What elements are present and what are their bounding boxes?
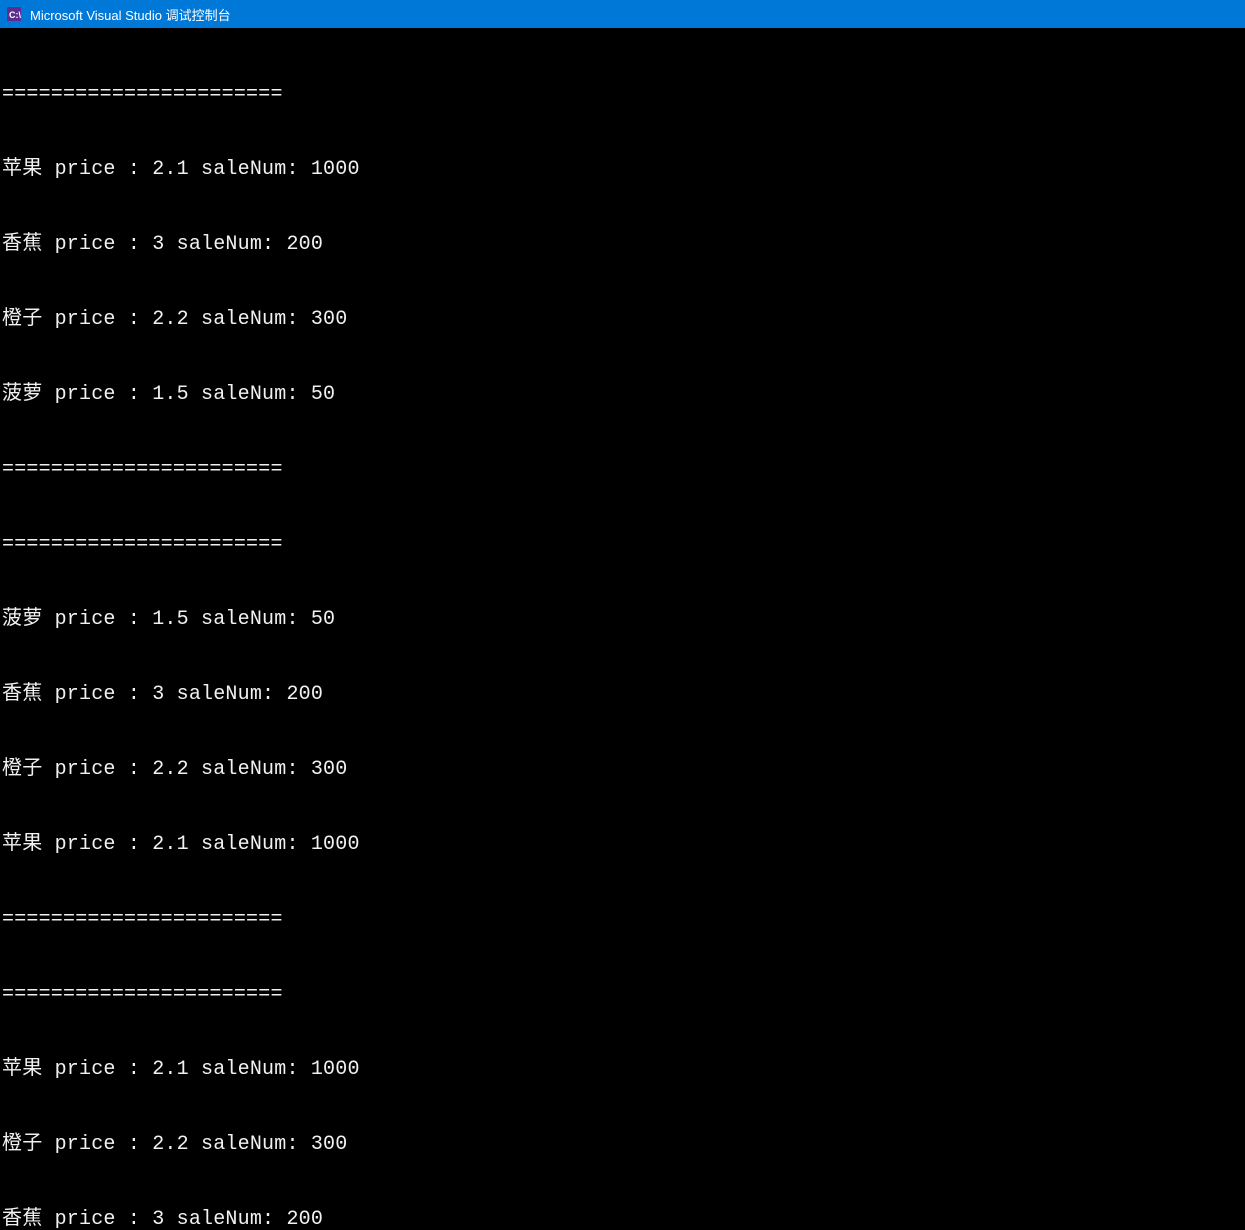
console-line: ======================= bbox=[2, 82, 1243, 107]
app-icon: C:\ bbox=[6, 6, 22, 22]
console-line: ======================= bbox=[2, 532, 1243, 557]
console-line: 苹果 price : 2.1 saleNum: 1000 bbox=[2, 832, 1243, 857]
console-line: 苹果 price : 2.1 saleNum: 1000 bbox=[2, 1057, 1243, 1082]
console-line: ======================= bbox=[2, 907, 1243, 932]
console-line: 苹果 price : 2.1 saleNum: 1000 bbox=[2, 157, 1243, 182]
console-line: 橙子 price : 2.2 saleNum: 300 bbox=[2, 307, 1243, 332]
console-line: ======================= bbox=[2, 982, 1243, 1007]
console-line: 橙子 price : 2.2 saleNum: 300 bbox=[2, 757, 1243, 782]
console-line: 橙子 price : 2.2 saleNum: 300 bbox=[2, 1132, 1243, 1157]
console-line: ======================= bbox=[2, 457, 1243, 482]
console-line: 香蕉 price : 3 saleNum: 200 bbox=[2, 682, 1243, 707]
console-line: 菠萝 price : 1.5 saleNum: 50 bbox=[2, 382, 1243, 407]
console-line: 香蕉 price : 3 saleNum: 200 bbox=[2, 232, 1243, 257]
svg-text:C:\: C:\ bbox=[9, 10, 21, 20]
console-line: 香蕉 price : 3 saleNum: 200 bbox=[2, 1207, 1243, 1230]
window-title: Microsoft Visual Studio 调试控制台 bbox=[30, 5, 231, 24]
console-output[interactable]: ======================= 苹果 price : 2.1 s… bbox=[0, 28, 1245, 1230]
window-titlebar[interactable]: C:\ Microsoft Visual Studio 调试控制台 bbox=[0, 0, 1245, 28]
console-line: 菠萝 price : 1.5 saleNum: 50 bbox=[2, 607, 1243, 632]
